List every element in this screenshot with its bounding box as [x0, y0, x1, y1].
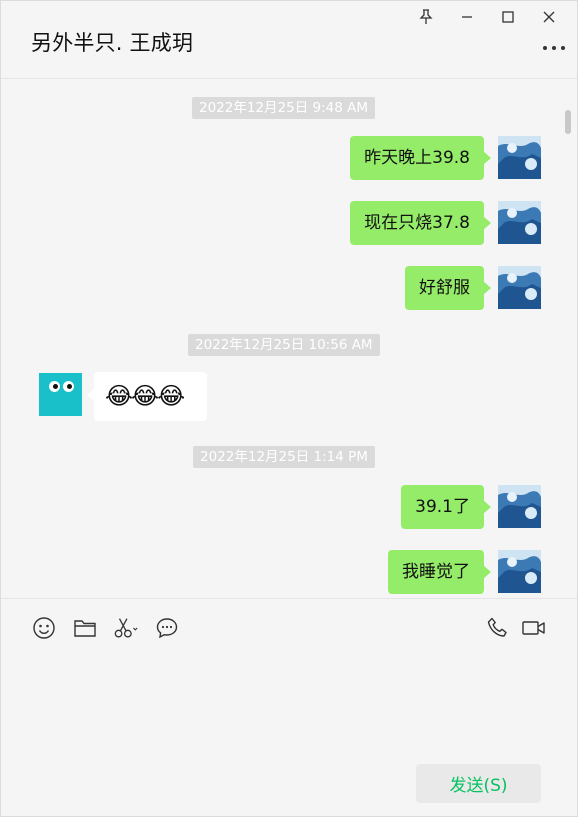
chat-header: 另外半只. 王成玥 — [1, 1, 577, 79]
avatar[interactable] — [498, 266, 541, 309]
timestamp: 2022年12月25日 1:14 PM — [193, 446, 375, 468]
chat-bubble-icon[interactable] — [154, 615, 180, 641]
close-icon[interactable] — [528, 5, 569, 29]
avatar[interactable] — [498, 485, 541, 528]
more-options-icon[interactable] — [543, 41, 565, 55]
message-list[interactable]: 2022年12月25日 9:48 AM 昨天晚上39.8 现在只烧37.8 好舒… — [1, 80, 577, 598]
send-button[interactable]: 发送(S) — [416, 764, 541, 803]
avatar[interactable] — [498, 201, 541, 244]
pin-icon[interactable] — [405, 5, 446, 29]
avatar[interactable] — [39, 373, 82, 416]
avatar[interactable] — [498, 136, 541, 179]
folder-icon[interactable] — [72, 615, 98, 641]
received-message[interactable]: 😂😂😂 — [87, 372, 207, 421]
phone-icon[interactable] — [485, 615, 511, 641]
input-area[interactable]: 发送(S) — [1, 598, 577, 816]
sent-message[interactable]: 好舒服 — [405, 266, 491, 310]
sent-message[interactable]: 39.1了 — [401, 485, 491, 529]
scissors-icon[interactable] — [113, 615, 139, 641]
chat-title: 另外半只. 王成玥 — [31, 31, 194, 55]
sent-message[interactable]: 现在只烧37.8 — [350, 201, 491, 245]
timestamp: 2022年12月25日 9:48 AM — [192, 97, 375, 119]
scrollbar-thumb[interactable] — [565, 110, 571, 134]
avatar[interactable] — [498, 550, 541, 593]
video-camera-icon[interactable] — [520, 615, 548, 641]
minimize-icon[interactable] — [446, 5, 487, 29]
maximize-icon[interactable] — [487, 5, 528, 29]
sent-message[interactable]: 昨天晚上39.8 — [350, 136, 491, 180]
smiley-icon[interactable] — [31, 615, 57, 641]
timestamp: 2022年12月25日 10:56 AM — [188, 334, 380, 356]
chat-window: 另外半只. 王成玥 2022年12月25日 9:48 AM 昨天晚上39.8 现… — [0, 0, 578, 817]
sent-message[interactable]: 我睡觉了 — [388, 550, 491, 594]
window-controls — [405, 5, 569, 29]
